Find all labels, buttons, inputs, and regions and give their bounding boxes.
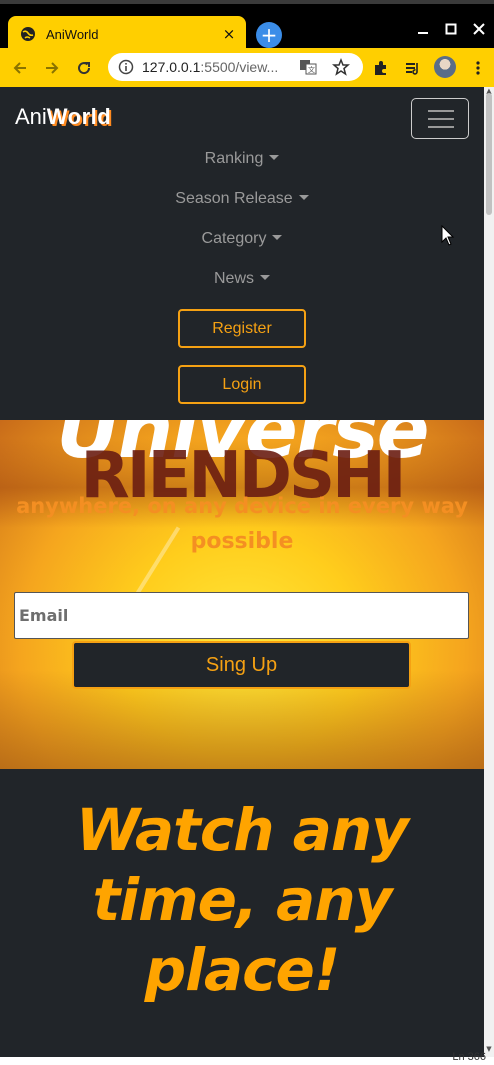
brand-logo[interactable]: AniWorld [15, 104, 111, 130]
caret-down-icon [272, 235, 283, 240]
hamburger-icon-bar [428, 126, 454, 128]
playlist-icon [406, 63, 418, 75]
globe-icon [21, 27, 35, 41]
info-icon [118, 59, 134, 75]
hamburger-icon-bar [428, 118, 454, 120]
puzzle-icon [375, 61, 386, 75]
watch-heading-line-1: Watch any [75, 796, 409, 864]
nav-item-ranking[interactable]: Ranking [0, 150, 484, 168]
media-button[interactable] [401, 56, 425, 80]
translate-icon[interactable]: 文 [299, 58, 317, 76]
scrollbar-thumb[interactable] [486, 93, 492, 215]
star-icon[interactable] [332, 58, 350, 76]
watch-section: Watch any time, any place! [0, 769, 484, 1057]
back-button[interactable] [8, 56, 32, 80]
svg-text:文: 文 [308, 65, 315, 74]
url-host: 127.0.0.1 [142, 59, 201, 75]
hamburger-icon-bar [428, 110, 454, 112]
maximize-button[interactable] [440, 18, 462, 40]
nav-item-label: Ranking [204, 150, 264, 167]
browser-menu-button[interactable] [466, 56, 490, 80]
nav-item-news[interactable]: News [0, 270, 484, 288]
watch-heading-line-2: time, any [92, 866, 393, 934]
mouse-cursor-icon [441, 225, 455, 246]
more-vert-icon [476, 61, 480, 75]
signup-button[interactable]: Sing Up [72, 641, 411, 689]
scroll-down-arrow-icon[interactable]: ▼ [485, 1045, 493, 1053]
tagline-line-1: anywhere, on any device in every way [16, 494, 468, 518]
tab-close-icon[interactable]: × [220, 25, 238, 43]
site-navbar: AniWorld Ranking Season Release Category… [0, 87, 484, 420]
minimize-icon [418, 32, 428, 34]
nav-item-season-release[interactable]: Season Release [0, 190, 484, 208]
watch-heading-line-3: place! [144, 936, 341, 1004]
nav-item-category[interactable]: Category [0, 230, 484, 248]
profile-avatar[interactable] [434, 56, 456, 78]
browser-toolbar: 127.0.0.1:5500/view... 文 [0, 48, 494, 87]
reload-button[interactable] [72, 56, 96, 80]
url-text: 127.0.0.1:5500/view... [142, 59, 278, 75]
hero-tagline: anywhere, on any device in every way pos… [0, 488, 484, 560]
nav-item-label: Category [201, 230, 267, 247]
register-button[interactable]: Register [178, 309, 306, 348]
navbar-toggler-button[interactable] [411, 98, 469, 139]
nav-item-label: Season Release [175, 190, 293, 207]
caret-down-icon [269, 155, 280, 160]
tab-strip: AniWorld × + [0, 4, 494, 52]
minimize-button[interactable] [412, 18, 434, 40]
new-tab-button[interactable]: + [256, 22, 282, 48]
status-text: Ln 366 [452, 1051, 486, 1063]
brand-light-text: Ani [15, 104, 47, 129]
tab-title: AniWorld [46, 26, 99, 42]
arrow-left-icon [13, 62, 26, 74]
tagline-line-2: possible [190, 529, 294, 554]
caret-down-icon [260, 275, 270, 280]
window-close-button[interactable] [468, 18, 490, 40]
close-icon [473, 23, 485, 35]
url-path: :5500/view... [200, 59, 279, 75]
caret-down-icon [298, 195, 309, 200]
address-bar[interactable]: 127.0.0.1:5500/view... 文 [108, 53, 363, 81]
status-bar: Ln 366 [0, 1051, 494, 1065]
reload-icon [78, 62, 91, 75]
arrow-right-icon [46, 62, 59, 74]
extensions-button[interactable] [369, 56, 393, 80]
page-scrollbar[interactable]: ▲ ▼ [484, 87, 494, 1057]
forward-button[interactable] [40, 56, 64, 80]
login-button[interactable]: Login [178, 365, 306, 404]
browser-tab[interactable]: AniWorld × [8, 16, 246, 52]
watch-heading: Watch any time, any place! [0, 795, 484, 1005]
page-viewport: AniWorld Ranking Season Release Category… [0, 87, 484, 1057]
brand-bold-text: World [46, 104, 112, 129]
hero-banner: Universe RIENDSHI anywhere, on any devic… [0, 420, 484, 769]
maximize-icon [445, 23, 457, 35]
nav-item-label: News [213, 270, 254, 287]
email-field[interactable] [14, 592, 469, 639]
